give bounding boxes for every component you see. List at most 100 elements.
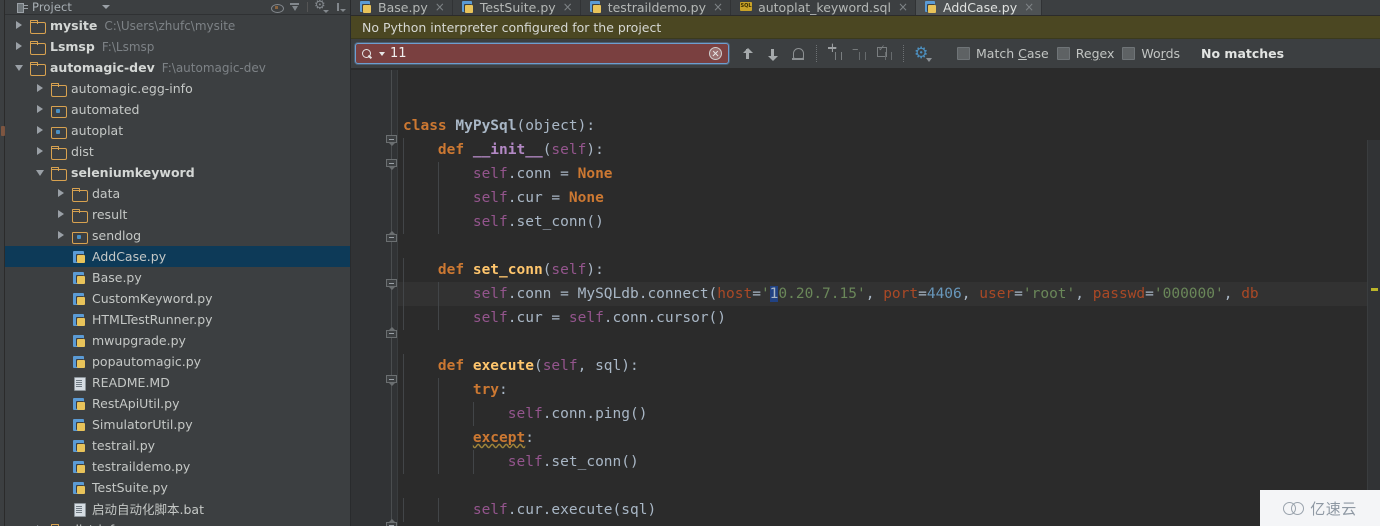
chevron-right-icon[interactable]	[36, 105, 45, 114]
tree-item-testsuite.py[interactable]: TestSuite.py	[5, 477, 350, 498]
option-regex[interactable]: Regex	[1056, 46, 1114, 61]
tree-item-dist[interactable]: dist	[5, 141, 350, 162]
checkbox[interactable]	[957, 47, 970, 60]
scroll-from-source-icon[interactable]	[289, 2, 300, 13]
code-line[interactable]: self.set_conn()	[398, 450, 1380, 474]
close-icon[interactable]: ×	[435, 1, 445, 13]
tree-item-mysite[interactable]: mysite C:\Users\zhufc\mysite	[5, 15, 350, 36]
code-line[interactable]: except:	[398, 426, 1380, 450]
tree-item-autoplat[interactable]: autoplat	[5, 120, 350, 141]
find-input-wrapper[interactable]	[355, 43, 729, 64]
tree-item-readme.md[interactable]: README.MD	[5, 372, 350, 393]
fold-start-marker[interactable]	[386, 279, 397, 290]
tree-item-simulatorutil.py[interactable]: SimulatorUtil.py	[5, 414, 350, 435]
chevron-right-icon[interactable]	[15, 42, 24, 51]
code-line[interactable]	[398, 90, 1380, 114]
fold-end-marker[interactable]	[386, 519, 397, 526]
code-line[interactable]	[398, 474, 1380, 498]
tree-item-testrail.py[interactable]: testrail.py	[5, 435, 350, 456]
close-icon[interactable]: ×	[898, 1, 908, 13]
select-all-occurrences-icon[interactable]	[877, 44, 893, 62]
clear-icon[interactable]	[709, 47, 722, 60]
option-words[interactable]: Words	[1122, 46, 1180, 61]
checkbox[interactable]	[1122, 47, 1136, 60]
tree-item-dist-info[interactable]: dist-info	[5, 519, 350, 526]
tree-item-base.py[interactable]: Base.py	[5, 267, 350, 288]
option-match-case[interactable]: Match Case	[957, 46, 1049, 61]
tree-item-result[interactable]: result	[5, 204, 350, 225]
tree-item-.bat[interactable]: 启动自动化脚本.bat	[5, 498, 350, 519]
chevron-right-icon[interactable]	[36, 147, 45, 156]
code-line[interactable]	[398, 234, 1380, 258]
code-line[interactable]: self.conn = None	[398, 162, 1380, 186]
tree-item-data[interactable]: data	[5, 183, 350, 204]
chevron-right-icon[interactable]	[57, 210, 66, 219]
code-line[interactable]: self.conn = MySQLdb.connect(host='10.20.…	[398, 282, 1380, 306]
chevron-down-icon[interactable]	[36, 168, 45, 177]
fold-start-marker[interactable]	[386, 159, 397, 170]
chevron-right-icon[interactable]	[15, 21, 24, 30]
code-line[interactable]: def __init__(self):	[398, 138, 1380, 162]
tree-item-automagic-dev[interactable]: automagic-dev F:\automagic-dev	[5, 57, 350, 78]
search-history-chevron-down-icon[interactable]	[379, 51, 385, 56]
tree-item-testraildemo.py[interactable]: testraildemo.py	[5, 456, 350, 477]
fold-start-marker[interactable]	[386, 375, 397, 386]
tree-item-lsmsp[interactable]: Lsmsp F:\Lsmsp	[5, 36, 350, 57]
code-line[interactable]: self.cur = self.conn.cursor()	[398, 306, 1380, 330]
interpreter-warning-banner[interactable]: No Python interpreter configured for the…	[351, 16, 1380, 39]
code-line[interactable]: self.cur.execute(sql)	[398, 498, 1380, 522]
warning-marker[interactable]	[1371, 288, 1378, 291]
editor-tab-testsuite-py[interactable]: TestSuite.py ×	[453, 0, 581, 15]
fold-end-marker[interactable]	[386, 231, 397, 242]
code-line[interactable]: self.set_conn()	[398, 210, 1380, 234]
editor-tab-addcase-py[interactable]: AddCase.py ×	[916, 0, 1043, 15]
close-icon[interactable]: ×	[713, 1, 723, 13]
error-marker-strip[interactable]	[1367, 140, 1380, 526]
chevron-down-icon[interactable]	[15, 63, 24, 72]
code-line[interactable]	[398, 330, 1380, 354]
arrow-up-icon[interactable]	[740, 46, 756, 62]
code-line[interactable]: self.conn.ping()	[398, 402, 1380, 426]
close-icon[interactable]: ×	[563, 1, 573, 13]
code-line[interactable]	[398, 70, 1380, 90]
collapse-all-icon[interactable]	[271, 2, 284, 13]
chevron-right-icon[interactable]	[36, 126, 45, 135]
chevron-right-icon[interactable]	[57, 189, 66, 198]
folder-icon	[30, 40, 46, 55]
fold-end-marker[interactable]	[386, 327, 397, 338]
code-line[interactable]: def execute(self, sql):	[398, 354, 1380, 378]
tree-item-seleniumkeyword[interactable]: seleniumkeyword	[5, 162, 350, 183]
tree-item-sendlog[interactable]: sendlog	[5, 225, 350, 246]
code-line[interactable]: def set_conn(self):	[398, 258, 1380, 282]
editor-tab-autoplat_keyword-sql[interactable]: autoplat_keyword.sql ×	[731, 0, 916, 15]
code-line[interactable]: self.cur = None	[398, 186, 1380, 210]
find-all-icon[interactable]	[790, 46, 806, 62]
code-editor[interactable]: return resultclass MyPySql(object): def …	[351, 70, 1380, 526]
code-line[interactable]: try:	[398, 378, 1380, 402]
tree-item-popautomagic.py[interactable]: popautomagic.py	[5, 351, 350, 372]
remove-selection-icon[interactable]	[852, 43, 868, 62]
tree-item-mwupgrade.py[interactable]: mwupgrade.py	[5, 330, 350, 351]
tree-item-restapiutil.py[interactable]: RestApiUtil.py	[5, 393, 350, 414]
editor-tab-testraildemo-py[interactable]: testraildemo.py ×	[581, 0, 732, 15]
arrow-down-icon[interactable]	[765, 46, 781, 62]
tree-item-customkeyword.py[interactable]: CustomKeyword.py	[5, 288, 350, 309]
chevron-right-icon[interactable]	[57, 231, 66, 240]
fold-start-marker[interactable]	[386, 135, 397, 146]
close-icon[interactable]: ×	[1024, 1, 1034, 13]
tree-item-automated[interactable]: automated	[5, 99, 350, 120]
editor-tab-base-py[interactable]: Base.py ×	[351, 0, 453, 15]
tree-item-automagic.egg-info[interactable]: automagic.egg-info	[5, 78, 350, 99]
tree-item-addcase.py[interactable]: AddCase.py	[5, 246, 350, 267]
checkbox[interactable]	[1056, 47, 1070, 60]
hide-icon[interactable]	[333, 2, 346, 13]
chevron-right-icon[interactable]	[36, 84, 45, 93]
settings-icon[interactable]	[314, 0, 329, 13]
code-line[interactable]: class MyPySql(object):	[398, 114, 1380, 138]
add-selection-icon[interactable]	[827, 42, 843, 62]
chevron-down-icon[interactable]	[102, 5, 111, 9]
search-input[interactable]	[390, 46, 709, 61]
tree-item-htmltestrunner.py[interactable]: HTMLTestRunner.py	[5, 309, 350, 330]
gear-icon[interactable]	[914, 44, 932, 62]
code-content[interactable]: return resultclass MyPySql(object): def …	[398, 70, 1380, 526]
